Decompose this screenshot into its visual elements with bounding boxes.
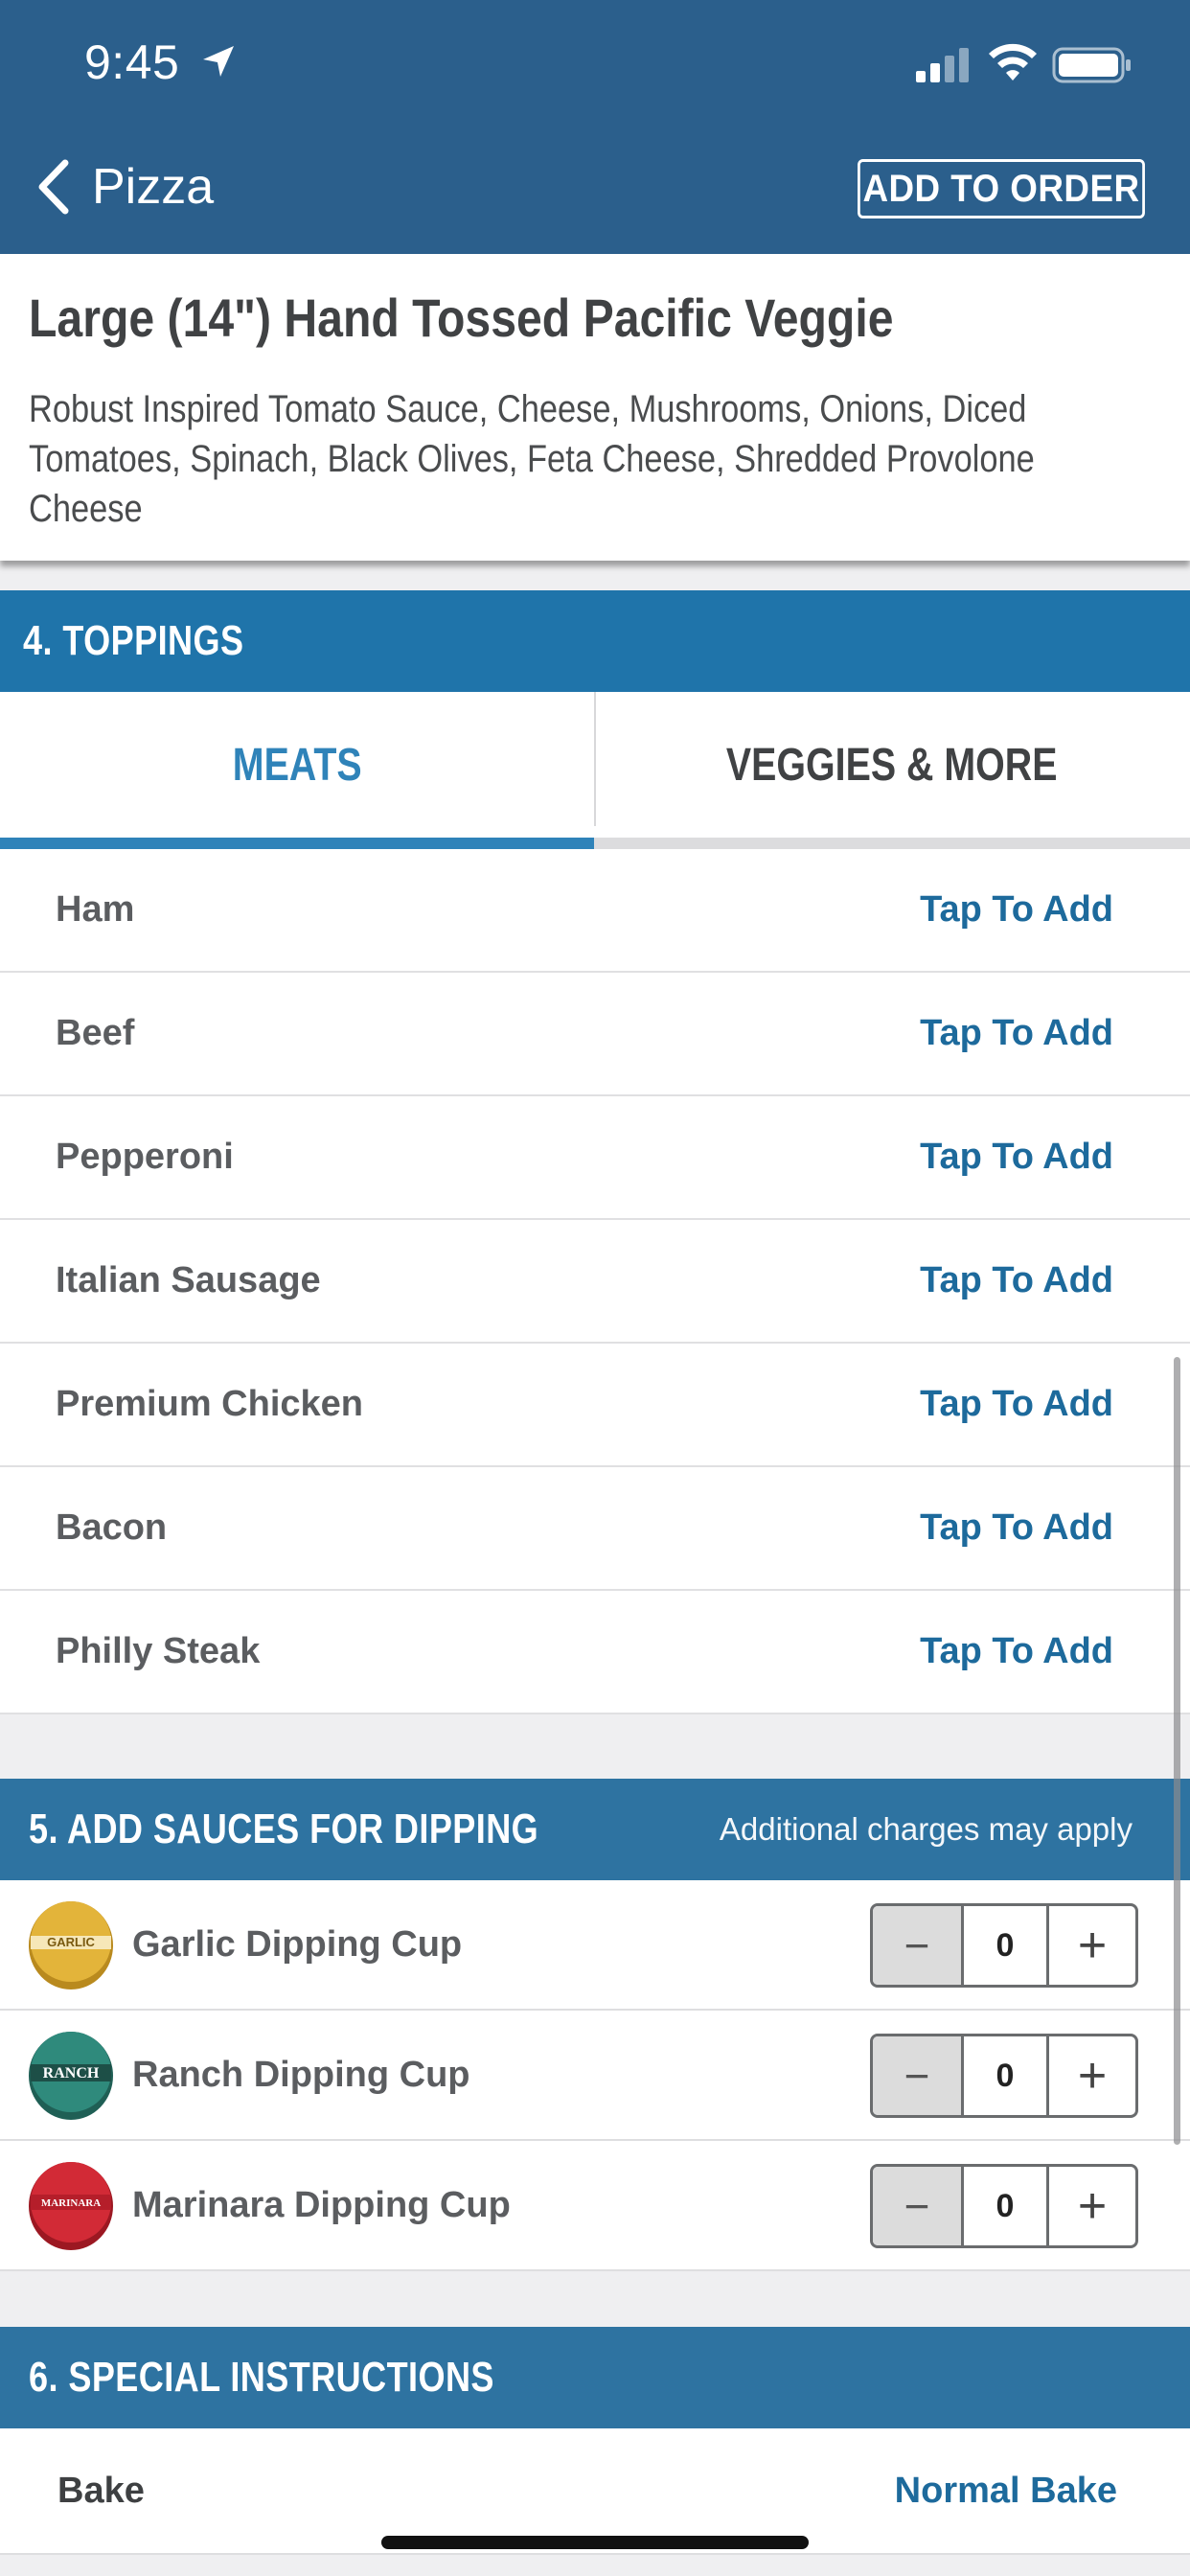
- topping-name: Pepperoni: [56, 1137, 234, 1177]
- bake-label: Bake: [57, 2470, 145, 2511]
- decrement-button[interactable]: −: [873, 2036, 964, 2115]
- cellular-signal-icon: [916, 48, 969, 82]
- quantity-value: 0: [964, 1906, 1049, 1985]
- list-item[interactable]: Premium Chicken Tap To Add: [0, 1344, 1190, 1467]
- cup-label: RANCH: [43, 2065, 100, 2082]
- section-title: 4. TOPPINGS: [23, 617, 244, 664]
- tap-to-add-link[interactable]: Tap To Add: [920, 1591, 1113, 1713]
- sauce-name: Marinara Dipping Cup: [132, 2184, 511, 2225]
- battery-icon: [1052, 47, 1131, 83]
- tab-label: MEATS: [232, 739, 362, 791]
- topping-name: Ham: [56, 889, 135, 930]
- quantity-value: 0: [964, 2167, 1049, 2245]
- tap-to-add-link[interactable]: Tap To Add: [920, 1096, 1113, 1218]
- wifi-icon: [989, 43, 1037, 80]
- tap-to-add-link[interactable]: Tap To Add: [920, 849, 1113, 971]
- quantity-value: 0: [964, 2036, 1049, 2115]
- toppings-section-header: 4. TOPPINGS: [0, 590, 1190, 692]
- list-item[interactable]: Italian Sausage Tap To Add: [0, 1220, 1190, 1344]
- back-label: Pizza: [92, 159, 215, 215]
- topping-list: Ham Tap To Add Beef Tap To Add Pepperoni…: [0, 849, 1190, 1714]
- tap-to-add-link[interactable]: Tap To Add: [920, 1344, 1113, 1465]
- quantity-stepper: − 0 +: [870, 2164, 1138, 2248]
- quantity-stepper: − 0 +: [870, 1903, 1138, 1988]
- chevron-left-icon: [38, 159, 69, 215]
- topping-name: Premium Chicken: [56, 1384, 363, 1424]
- cup-label: GARLIC: [47, 1935, 95, 1949]
- sauces-section-header: 5. ADD SAUCES FOR DIPPING Additional cha…: [0, 1779, 1190, 1880]
- app-screen: 9:45 Pizza ADD TO ORDER Large (14") Hand…: [0, 0, 1190, 2576]
- product-header: Large (14") Hand Tossed Pacific Veggie R…: [0, 254, 1190, 561]
- section-title: 5. ADD SAUCES FOR DIPPING: [29, 1806, 539, 1852]
- topping-tabs: MEATS VEGGIES & MORE: [0, 692, 1190, 849]
- garlic-cup-icon: GARLIC: [29, 1901, 113, 1990]
- top-bar: 9:45 Pizza ADD TO ORDER: [0, 0, 1190, 254]
- list-item[interactable]: Ham Tap To Add: [0, 849, 1190, 973]
- marinara-cup-icon: MARINARA: [29, 2162, 113, 2250]
- special-instructions-header: 6. SPECIAL INSTRUCTIONS: [0, 2327, 1190, 2428]
- sauce-name: Garlic Dipping Cup: [132, 1923, 463, 1965]
- product-title: Large (14") Hand Tossed Pacific Veggie: [29, 288, 894, 348]
- increment-button[interactable]: +: [1049, 2036, 1135, 2115]
- topping-name: Bacon: [56, 1507, 168, 1548]
- list-item: GARLIC Garlic Dipping Cup − 0 +: [0, 1880, 1190, 2011]
- section-title: 6. SPECIAL INSTRUCTIONS: [29, 2354, 494, 2401]
- back-button[interactable]: Pizza: [34, 153, 214, 220]
- list-item[interactable]: Bacon Tap To Add: [0, 1467, 1190, 1591]
- increment-button[interactable]: +: [1049, 2167, 1135, 2245]
- sauce-list: GARLIC Garlic Dipping Cup − 0 + RANCH Ra…: [0, 1880, 1190, 2271]
- list-item: MARINARA Marinara Dipping Cup − 0 +: [0, 2141, 1190, 2271]
- list-item: RANCH Ranch Dipping Cup − 0 +: [0, 2011, 1190, 2141]
- increment-button[interactable]: +: [1049, 1906, 1135, 1985]
- decrement-button[interactable]: −: [873, 1906, 964, 1985]
- quantity-stepper: − 0 +: [870, 2034, 1138, 2118]
- active-tab-indicator: [0, 838, 594, 849]
- ranch-cup-icon: RANCH: [29, 2032, 113, 2120]
- list-item[interactable]: Pepperoni Tap To Add: [0, 1096, 1190, 1220]
- topping-name: Beef: [56, 1013, 135, 1053]
- bake-value-link[interactable]: Normal Bake: [895, 2428, 1117, 2553]
- home-indicator: [381, 2536, 809, 2549]
- tap-to-add-link[interactable]: Tap To Add: [920, 1467, 1113, 1589]
- tab-label: VEGGIES & MORE: [726, 739, 1058, 791]
- tab-veggies-and-more[interactable]: VEGGIES & MORE: [595, 692, 1189, 838]
- topping-name: Italian Sausage: [56, 1260, 321, 1300]
- decrement-button[interactable]: −: [873, 2167, 964, 2245]
- topping-name: Philly Steak: [56, 1631, 261, 1671]
- tab-meats[interactable]: MEATS: [0, 692, 594, 838]
- list-item[interactable]: Beef Tap To Add: [0, 973, 1190, 1096]
- scrollbar[interactable]: [1174, 1357, 1180, 2145]
- tap-to-add-link[interactable]: Tap To Add: [920, 1220, 1113, 1342]
- tap-to-add-link[interactable]: Tap To Add: [920, 973, 1113, 1094]
- status-time: 9:45: [84, 35, 180, 89]
- product-description: Robust Inspired Tomato Sauce, Cheese, Mu…: [29, 388, 1035, 530]
- list-item[interactable]: Philly Steak Tap To Add: [0, 1591, 1190, 1714]
- additional-charges-note: Additional charges may apply: [719, 1811, 1133, 1847]
- add-to-order-button[interactable]: ADD TO ORDER: [858, 159, 1145, 218]
- location-arrow-icon: [203, 46, 234, 77]
- cup-label: MARINARA: [41, 2197, 101, 2209]
- sauce-name: Ranch Dipping Cup: [132, 2054, 470, 2095]
